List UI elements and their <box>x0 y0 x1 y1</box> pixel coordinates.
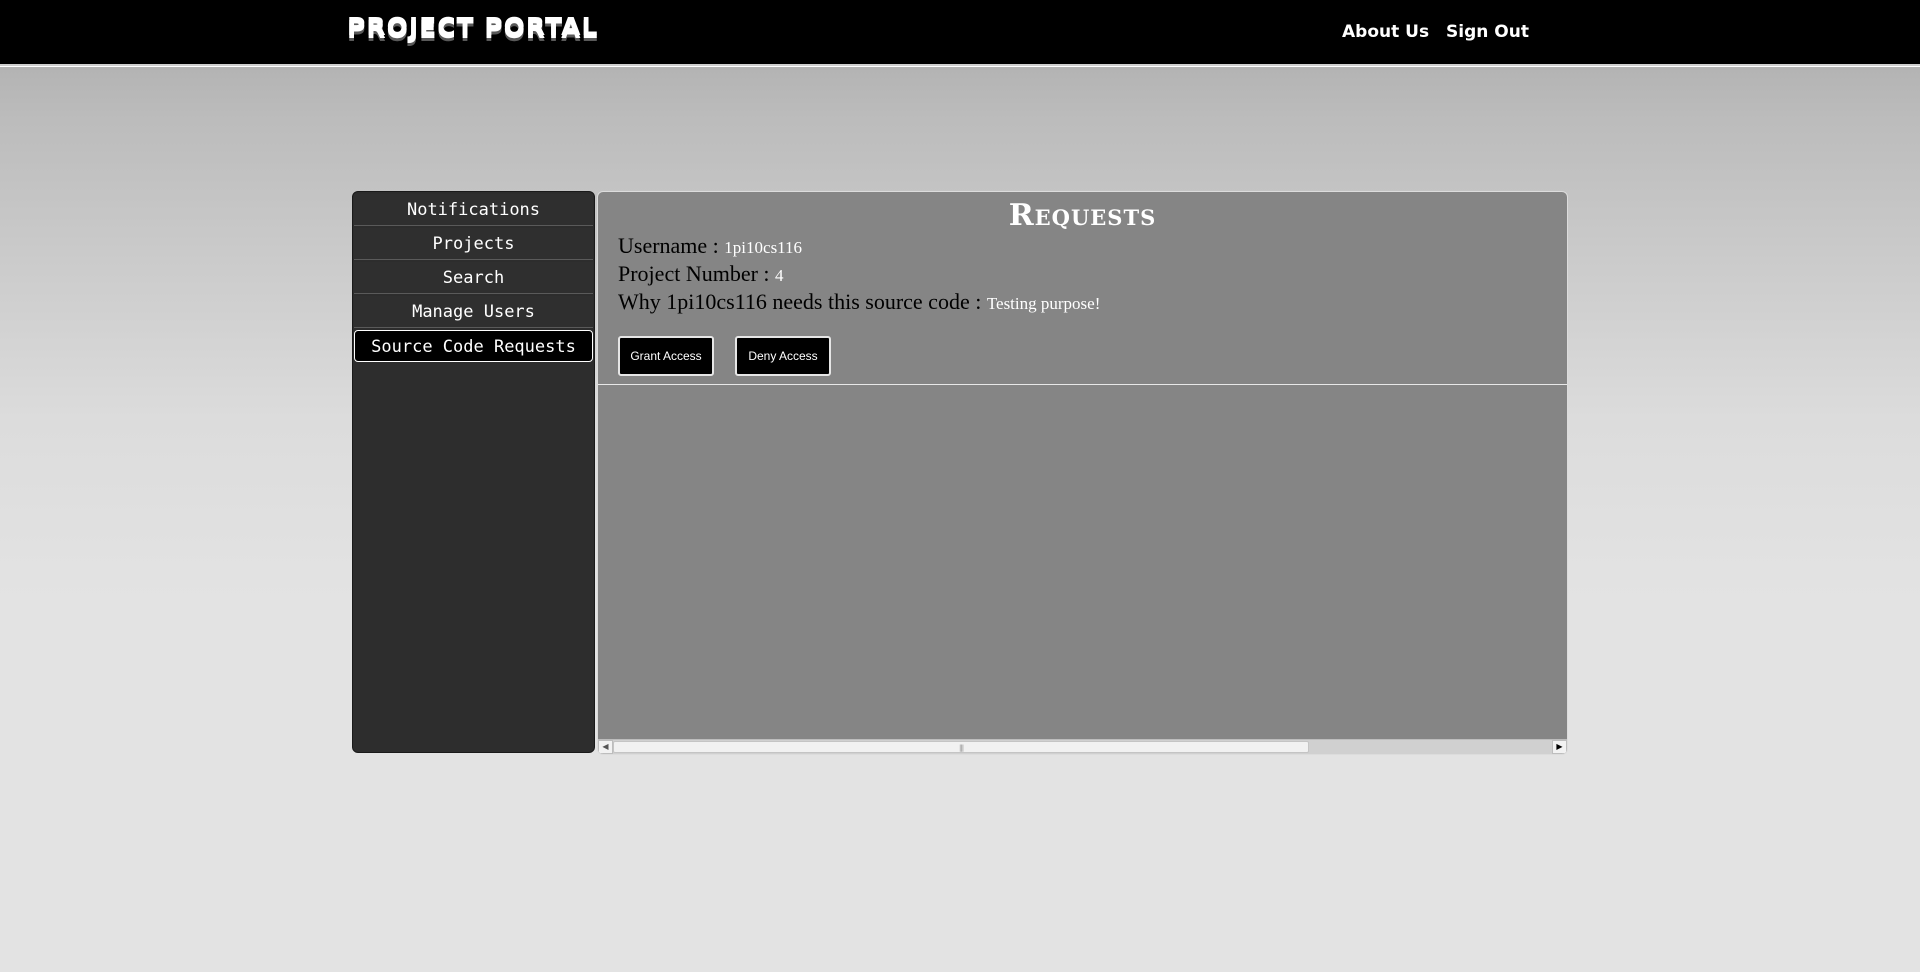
page-title: Requests <box>1008 198 1157 233</box>
sidebar-item-source-code-requests[interactable]: Source Code Requests <box>354 330 593 362</box>
scrollbar-thumb[interactable]: ||| <box>613 741 1309 753</box>
deny-access-button[interactable]: Deny Access <box>735 336 831 376</box>
scroll-right-icon[interactable]: ▶ <box>1552 740 1567 754</box>
reason-row: Why 1pi10cs116 needs this source code : … <box>618 289 1100 315</box>
divider <box>598 384 1567 385</box>
horizontal-scrollbar[interactable]: ◀ ||| ▶ <box>598 739 1567 754</box>
grip-icon: ||| <box>959 744 964 752</box>
sidebar-item-notifications[interactable]: Notifications <box>354 194 593 226</box>
username-value: 1pi10cs116 <box>724 238 803 257</box>
top-bar: PROJECT PORTAL About Us Sign Out <box>0 0 1920 66</box>
reason-value: Testing purpose! <box>986 294 1101 313</box>
about-us-link[interactable]: About Us <box>1342 22 1429 42</box>
grant-access-button[interactable]: Grant Access <box>618 336 714 376</box>
sidebar-item-manage-users[interactable]: Manage Users <box>354 296 593 328</box>
username-row: Username : 1pi10cs116 <box>618 233 802 259</box>
site-logo: PROJECT PORTAL <box>347 12 599 41</box>
reason-label: Why 1pi10cs116 needs this source code : <box>618 289 987 314</box>
project-number-value: 4 <box>775 266 784 285</box>
sidebar: Notifications Projects Search Manage Use… <box>352 191 595 753</box>
sign-out-link[interactable]: Sign Out <box>1446 22 1529 42</box>
sidebar-item-projects[interactable]: Projects <box>354 228 593 260</box>
sidebar-item-search[interactable]: Search <box>354 262 593 294</box>
requests-panel: Requests Username : 1pi10cs116 Project N… <box>597 191 1568 755</box>
project-number-row: Project Number : 4 <box>618 261 784 287</box>
username-label: Username : <box>618 233 725 258</box>
scroll-left-icon[interactable]: ◀ <box>598 740 613 754</box>
project-number-label: Project Number : <box>618 261 776 286</box>
